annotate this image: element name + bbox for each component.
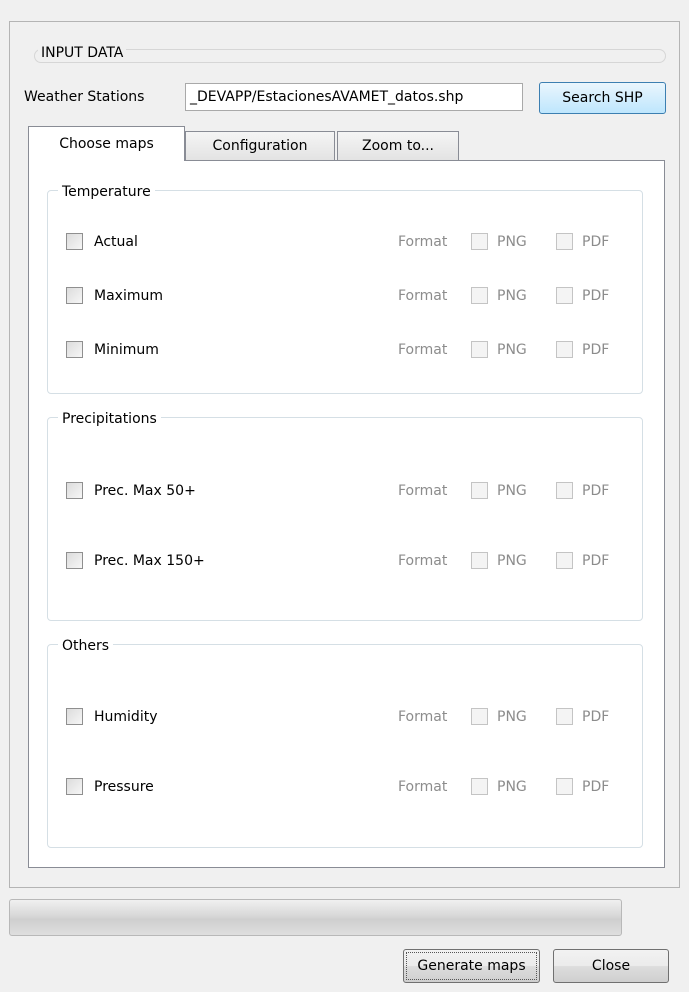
others-group xyxy=(47,644,643,848)
format-label: Format xyxy=(398,709,448,725)
prec-max-50-pdf-checkbox[interactable] xyxy=(556,482,573,499)
png-label: PNG xyxy=(497,709,527,725)
png-label: PNG xyxy=(497,342,527,358)
weather-stations-label: Weather Stations xyxy=(24,89,145,105)
pdf-label: PDF xyxy=(582,288,610,304)
precipitations-group-title: Precipitations xyxy=(58,410,161,428)
format-label: Format xyxy=(398,553,448,569)
minimum-checkbox[interactable] xyxy=(66,341,83,358)
maximum-pdf-checkbox[interactable] xyxy=(556,287,573,304)
pressure-pdf-checkbox[interactable] xyxy=(556,778,573,795)
pressure-png-checkbox[interactable] xyxy=(471,778,488,795)
pdf-label: PDF xyxy=(582,553,610,569)
actual-png-checkbox[interactable] xyxy=(471,233,488,250)
prec-max-50-png-checkbox[interactable] xyxy=(471,482,488,499)
tab-configuration[interactable]: Configuration xyxy=(185,131,335,160)
search-shp-button[interactable]: Search SHP xyxy=(539,82,666,114)
humidity-pdf-checkbox[interactable] xyxy=(556,708,573,725)
weather-stations-path-field[interactable]: _DEVAPP/EstacionesAVAMET_datos.shp xyxy=(185,83,523,111)
actual-checkbox[interactable] xyxy=(66,233,83,250)
pdf-label: PDF xyxy=(582,342,610,358)
close-button[interactable]: Close xyxy=(553,949,669,983)
humidity-checkbox[interactable] xyxy=(66,708,83,725)
tab-zoom-to[interactable]: Zoom to... xyxy=(337,131,459,160)
pdf-label: PDF xyxy=(582,234,610,250)
maximum-label: Maximum xyxy=(94,288,163,304)
actual-pdf-checkbox[interactable] xyxy=(556,233,573,250)
format-label: Format xyxy=(398,288,448,304)
prec-max-50-label: Prec. Max 50+ xyxy=(94,483,196,499)
focus-outline xyxy=(406,952,537,980)
input-data-group xyxy=(34,49,666,63)
precipitations-group xyxy=(47,417,643,621)
format-label: Format xyxy=(398,342,448,358)
pdf-label: PDF xyxy=(582,779,610,795)
png-label: PNG xyxy=(497,483,527,499)
prec-max-150-png-checkbox[interactable] xyxy=(471,552,488,569)
pressure-label: Pressure xyxy=(94,779,154,795)
temperature-group-title: Temperature xyxy=(58,183,155,201)
minimum-pdf-checkbox[interactable] xyxy=(556,341,573,358)
png-label: PNG xyxy=(497,288,527,304)
humidity-png-checkbox[interactable] xyxy=(471,708,488,725)
format-label: Format xyxy=(398,234,448,250)
tab-choose-maps[interactable]: Choose maps xyxy=(28,126,185,161)
prec-max-150-label: Prec. Max 150+ xyxy=(94,553,205,569)
png-label: PNG xyxy=(497,234,527,250)
humidity-label: Humidity xyxy=(94,709,158,725)
actual-label: Actual xyxy=(94,234,138,250)
prec-max-150-checkbox[interactable] xyxy=(66,552,83,569)
prec-max-50-checkbox[interactable] xyxy=(66,482,83,499)
pressure-checkbox[interactable] xyxy=(66,778,83,795)
prec-max-150-pdf-checkbox[interactable] xyxy=(556,552,573,569)
input-data-title: INPUT DATA xyxy=(38,45,127,61)
pdf-label: PDF xyxy=(582,483,610,499)
format-label: Format xyxy=(398,779,448,795)
progress-bar xyxy=(9,899,622,936)
generate-maps-button[interactable]: Generate maps xyxy=(403,949,540,983)
format-label: Format xyxy=(398,483,448,499)
maximum-checkbox[interactable] xyxy=(66,287,83,304)
minimum-label: Minimum xyxy=(94,342,159,358)
png-label: PNG xyxy=(497,553,527,569)
png-label: PNG xyxy=(497,779,527,795)
others-group-title: Others xyxy=(58,637,114,655)
maximum-png-checkbox[interactable] xyxy=(471,287,488,304)
pdf-label: PDF xyxy=(582,709,610,725)
minimum-png-checkbox[interactable] xyxy=(471,341,488,358)
